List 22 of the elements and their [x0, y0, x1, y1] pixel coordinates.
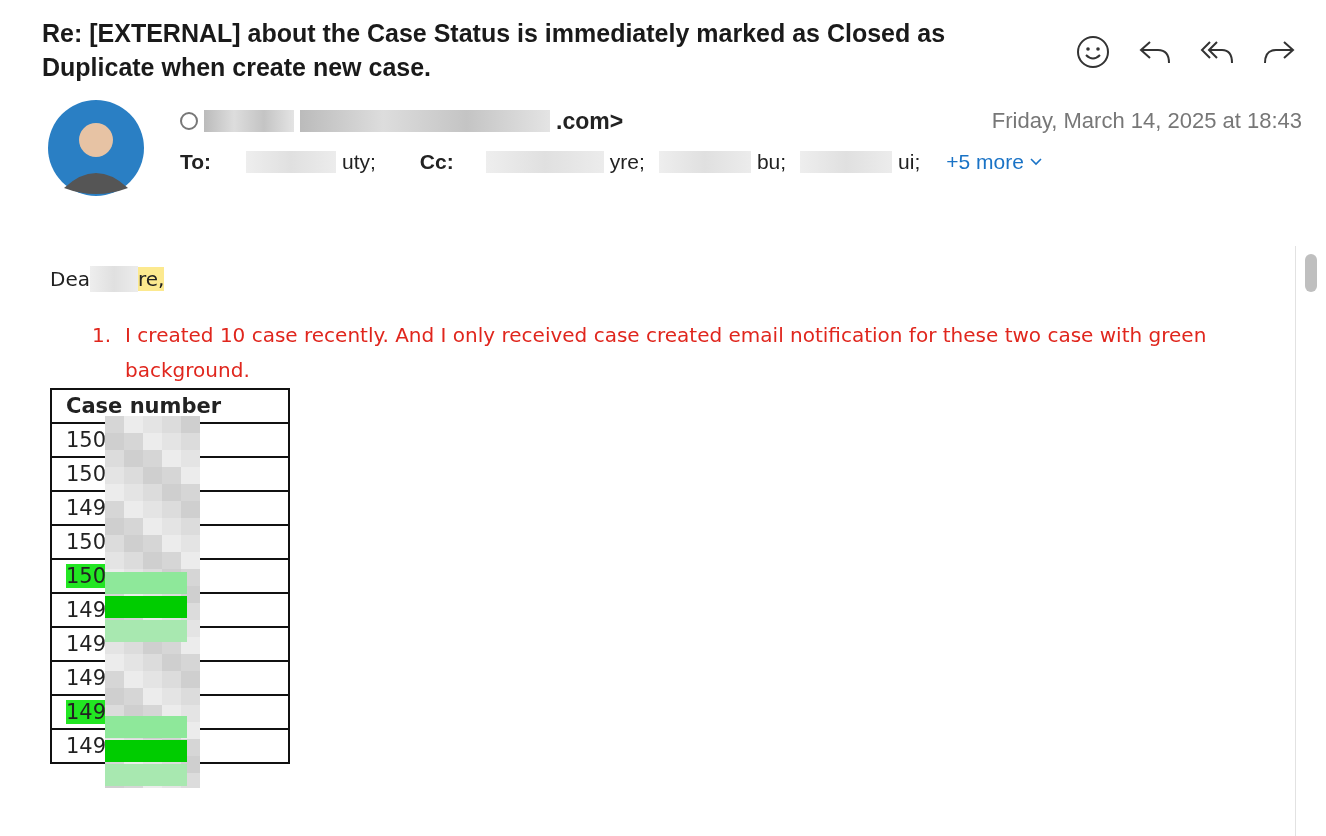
list-number: 1.	[92, 322, 112, 349]
more-recipients-link[interactable]: +5 more	[946, 150, 1042, 174]
chevron-down-icon	[1029, 158, 1042, 166]
recipient-name[interactable]: yre;	[609, 150, 645, 174]
redacted-name	[89, 266, 138, 292]
to-label: To:	[180, 150, 213, 174]
recipient-name[interactable]: bu;	[756, 150, 787, 174]
greeting-text: re,	[137, 267, 165, 291]
cc-label: Cc:	[419, 150, 455, 174]
sent-date: Friday, March 14, 2025 at 18:43	[991, 108, 1302, 134]
recipient-name[interactable]: ui;	[898, 150, 921, 174]
sender-address: .com>	[556, 107, 624, 135]
recipient-name[interactable]: uty;	[342, 150, 376, 174]
forward-icon[interactable]	[1262, 39, 1296, 65]
list-item-text: I created 10 case recently. And I only received case created email notification for these two case with green background.	[125, 322, 1208, 384]
reply-all-icon[interactable]	[1200, 39, 1234, 65]
reply-icon[interactable]	[1138, 39, 1172, 65]
emoji-icon[interactable]	[1076, 35, 1110, 69]
scrollbar-thumb[interactable]	[1305, 254, 1317, 292]
status-circle-icon	[180, 112, 198, 130]
greeting-text: Dea	[50, 267, 90, 291]
email-subject: Re: [EXTERNAL] about the Case Status is immediately marked as Closed as Duplicate when create new case.	[42, 18, 947, 83]
